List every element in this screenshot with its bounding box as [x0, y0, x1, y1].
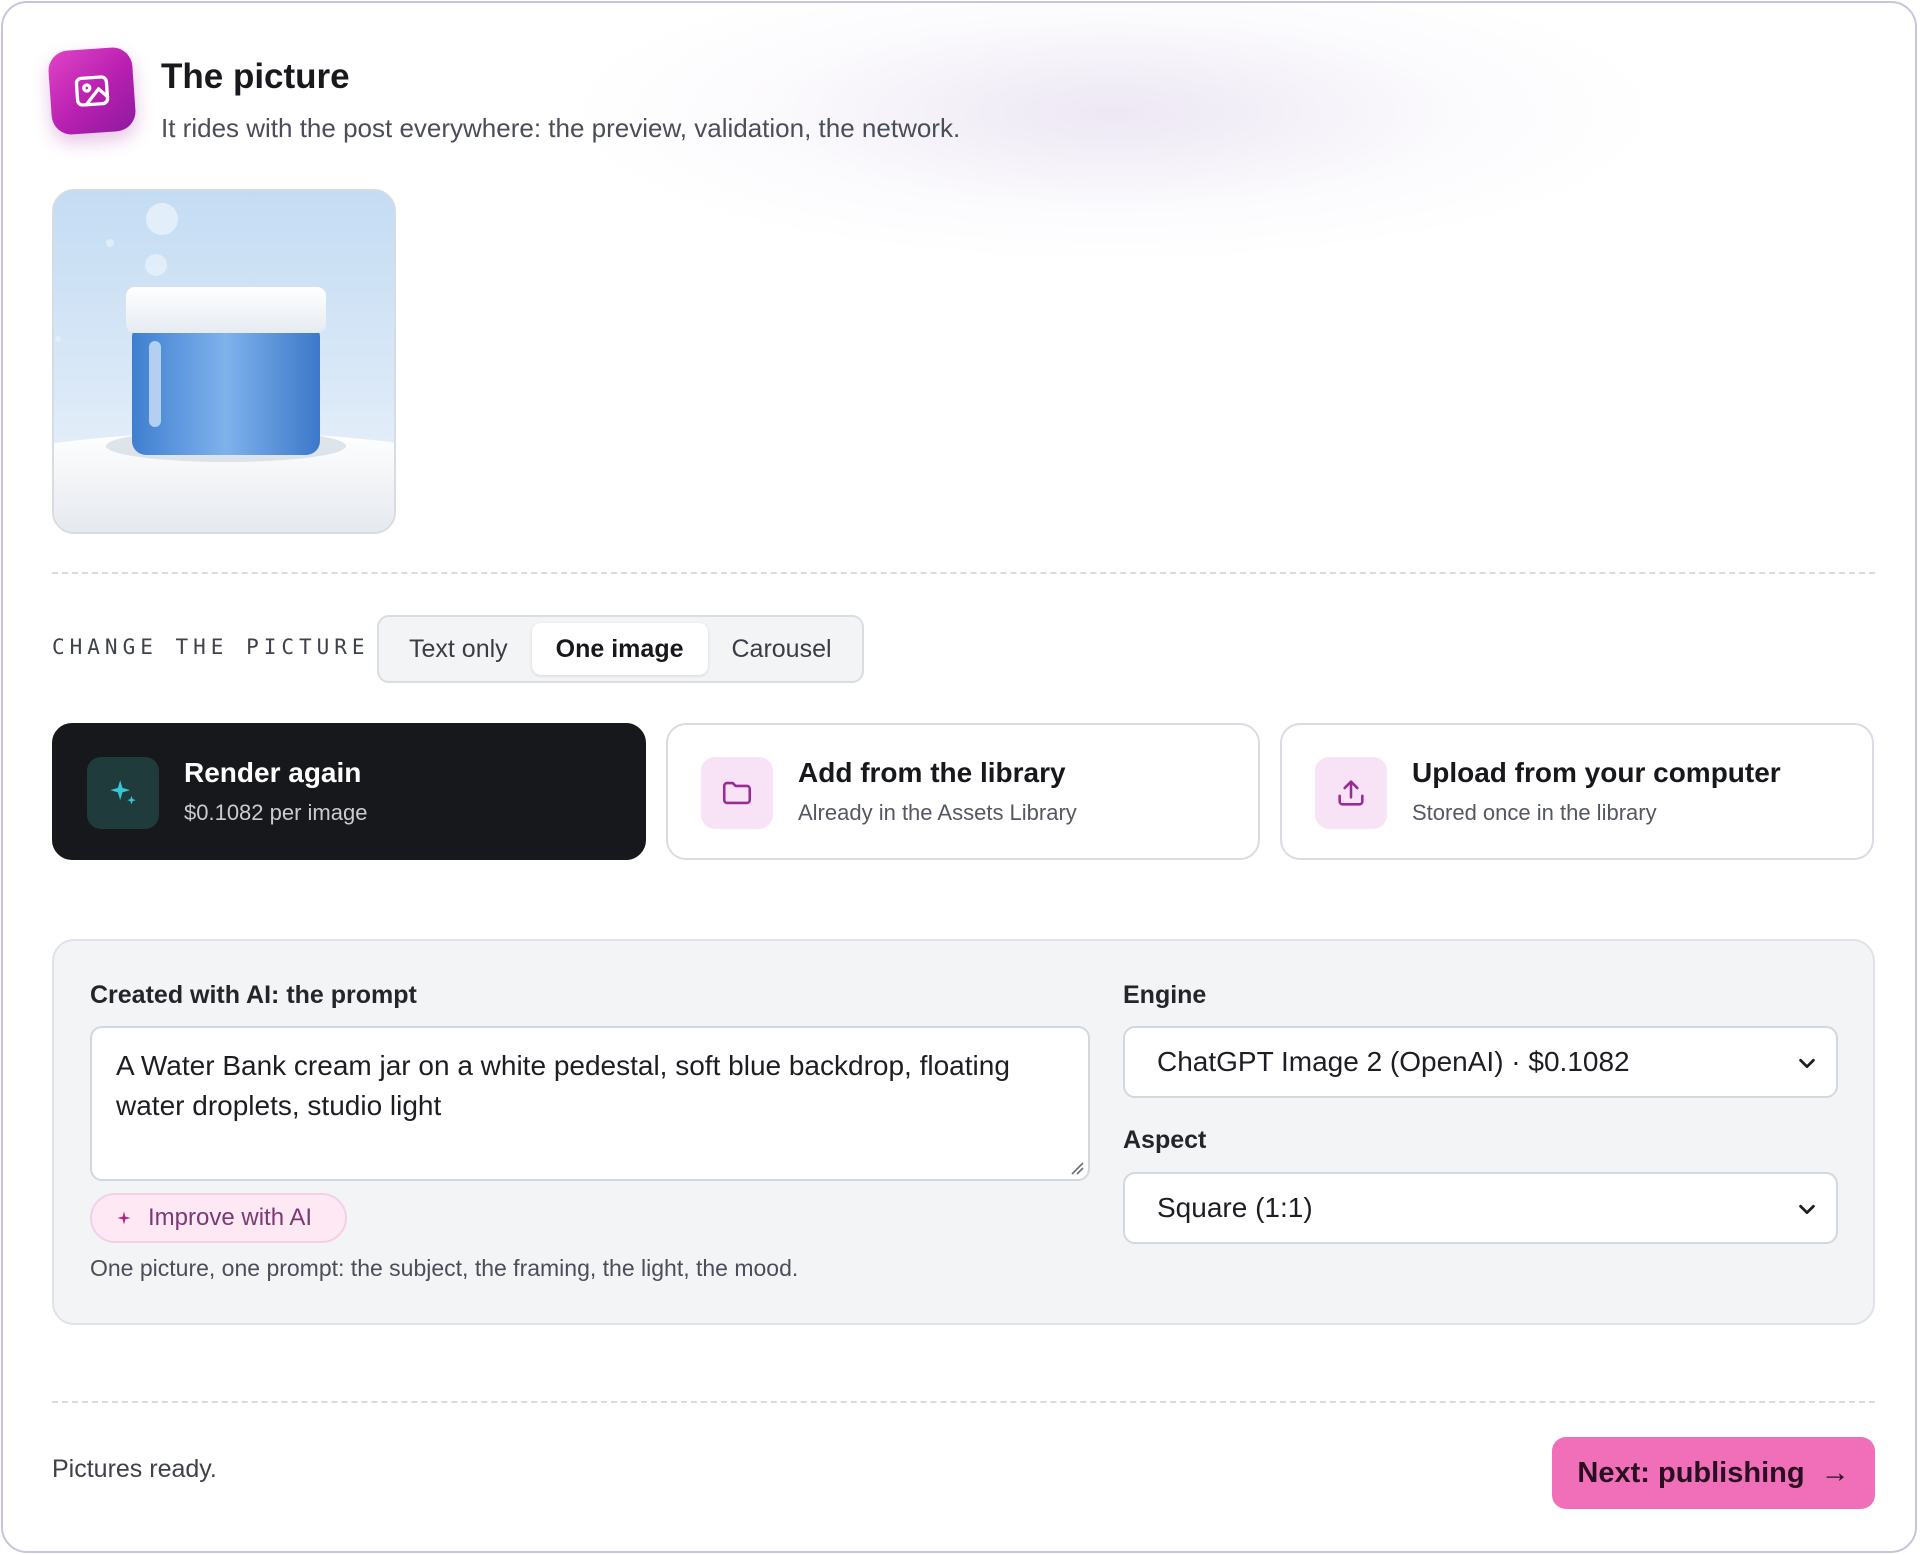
status-text: Pictures ready. [52, 1455, 217, 1483]
option-subtitle: Stored once in the library [1412, 800, 1657, 825]
folder-icon [701, 757, 773, 829]
prompt-label: Created with AI: the prompt [90, 981, 417, 1009]
engine-select[interactable]: ChatGPT Image 2 (OpenAI) · $0.1082 [1123, 1026, 1838, 1098]
option-subtitle: Already in the Assets Library [798, 800, 1077, 825]
chevron-down-icon [1799, 1204, 1815, 1215]
change-picture-label: CHANGE THE PICTURE [52, 635, 370, 659]
arrow-right-icon: → [1820, 1456, 1850, 1489]
mode-carousel[interactable]: Carousel [708, 623, 856, 675]
prompt-textarea[interactable]: A Water Bank cream jar on a white pedest… [90, 1026, 1090, 1181]
library-option[interactable]: Add from the library Already in the Asse… [666, 723, 1260, 860]
page-subtitle: It rides with the post everywhere: the p… [161, 113, 961, 143]
chevron-down-icon [1799, 1058, 1815, 1069]
mode-text-only[interactable]: Text only [385, 623, 532, 675]
upload-option[interactable]: Upload from your computer Stored once in… [1280, 723, 1874, 860]
option-title: Upload from your computer [1412, 757, 1781, 788]
page-title: The picture [161, 57, 350, 96]
cream-jar-illustration [54, 203, 394, 532]
aspect-value: Square (1:1) [1157, 1192, 1313, 1223]
prompt-text: A Water Bank cream jar on a white pedest… [116, 1050, 1010, 1121]
aspect-select[interactable]: Square (1:1) [1123, 1172, 1838, 1244]
ai-generation-panel: Created with AI: the prompt A Water Bank… [52, 939, 1875, 1325]
render-again-option[interactable]: Render again $0.1082 per image [52, 723, 646, 860]
improve-label: Improve with AI [148, 1204, 313, 1231]
option-title: Render again [184, 757, 362, 788]
engine-value: ChatGPT Image 2 (OpenAI) · $0.1082 [1157, 1046, 1630, 1077]
option-title: Add from the library [798, 757, 1066, 788]
step-header: The picture It rides with the post every… [47, 46, 1250, 143]
mode-one-image[interactable]: One image [531, 623, 708, 675]
next-label: Next: publishing [1577, 1456, 1805, 1489]
content-mode-switch: Text only One image Carousel [377, 615, 864, 683]
aspect-label: Aspect [1123, 1126, 1207, 1154]
section-divider [52, 572, 1875, 574]
engine-label: Engine [1123, 981, 1207, 1009]
sparkles-icon [87, 757, 159, 829]
improve-with-ai-button[interactable]: Improve with AI [90, 1193, 347, 1243]
prompt-hint: One picture, one prompt: the subject, th… [90, 1255, 799, 1281]
option-price: $0.1082 per image [184, 800, 368, 825]
resize-handle-icon[interactable] [1068, 1159, 1084, 1175]
next-publishing-button[interactable]: Next: publishing → [1552, 1437, 1875, 1509]
upload-icon [1315, 757, 1387, 829]
picture-step-card: The picture It rides with the post every… [1, 1, 1917, 1553]
sparkle-icon [117, 1211, 131, 1225]
image-icon [47, 46, 137, 136]
footer-divider [52, 1401, 1875, 1403]
picture-preview[interactable] [52, 189, 396, 534]
